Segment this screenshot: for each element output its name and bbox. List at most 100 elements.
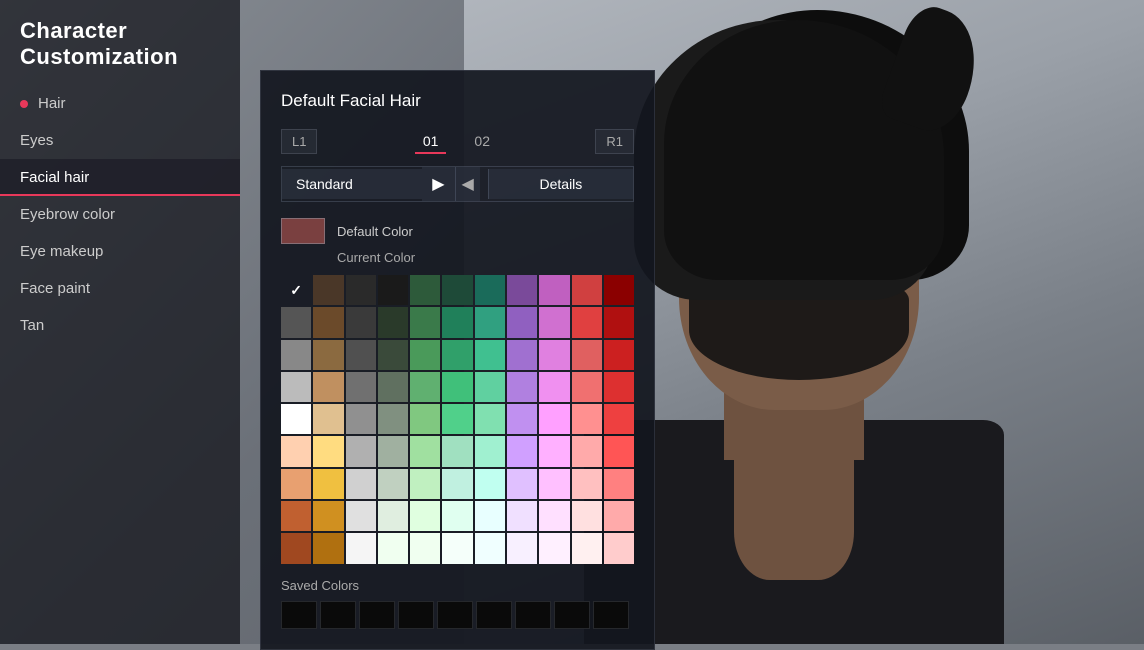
color-cell[interactable] (313, 372, 343, 402)
color-cell[interactable] (313, 469, 343, 499)
color-cell[interactable] (507, 404, 537, 434)
details-button[interactable]: Details (488, 169, 633, 199)
color-cell[interactable] (346, 340, 376, 370)
color-cell[interactable] (410, 501, 440, 531)
color-cell[interactable] (410, 436, 440, 466)
tab-02[interactable]: 02 (466, 130, 498, 154)
color-cell[interactable] (507, 275, 537, 305)
color-cell[interactable] (572, 372, 602, 402)
color-cell[interactable] (507, 307, 537, 337)
color-cell[interactable] (442, 533, 472, 563)
color-cell[interactable] (442, 501, 472, 531)
color-cell[interactable] (346, 533, 376, 563)
color-cell[interactable] (539, 340, 569, 370)
color-cell[interactable]: ✓ (281, 275, 311, 305)
color-cell[interactable] (507, 533, 537, 563)
color-cell[interactable] (410, 372, 440, 402)
saved-color-cell[interactable] (320, 601, 356, 629)
color-cell[interactable] (378, 275, 408, 305)
color-cell[interactable] (442, 307, 472, 337)
color-cell[interactable] (604, 404, 634, 434)
color-cell[interactable] (442, 469, 472, 499)
color-cell[interactable] (313, 404, 343, 434)
sidebar-item-eyebrow-color[interactable]: Eyebrow color (0, 196, 240, 233)
saved-color-cell[interactable] (281, 601, 317, 629)
r1-button[interactable]: R1 (595, 129, 634, 154)
color-cell[interactable] (410, 307, 440, 337)
color-cell[interactable] (475, 275, 505, 305)
sidebar-item-eye-makeup[interactable]: Eye makeup (0, 233, 240, 270)
color-cell[interactable] (378, 501, 408, 531)
color-cell[interactable] (281, 404, 311, 434)
color-cell[interactable] (313, 275, 343, 305)
color-cell[interactable] (442, 372, 472, 402)
sidebar-item-facial-hair[interactable]: Facial hair (0, 159, 240, 196)
color-cell[interactable] (572, 340, 602, 370)
color-cell[interactable] (475, 404, 505, 434)
saved-color-cell[interactable] (515, 601, 551, 629)
color-cell[interactable] (410, 533, 440, 563)
color-cell[interactable] (281, 340, 311, 370)
color-cell[interactable] (378, 404, 408, 434)
color-cell[interactable] (378, 436, 408, 466)
color-cell[interactable] (281, 533, 311, 563)
color-cell[interactable] (604, 340, 634, 370)
saved-color-cell[interactable] (476, 601, 512, 629)
sidebar-item-face-paint[interactable]: Face paint (0, 270, 240, 307)
color-cell[interactable] (507, 340, 537, 370)
color-cell[interactable] (539, 372, 569, 402)
color-cell[interactable] (346, 501, 376, 531)
color-cell[interactable] (346, 372, 376, 402)
color-cell[interactable] (442, 404, 472, 434)
color-cell[interactable] (507, 469, 537, 499)
color-cell[interactable] (281, 307, 311, 337)
color-cell[interactable] (442, 340, 472, 370)
style-next-arrow[interactable]: ▶ (422, 167, 454, 201)
color-cell[interactable] (475, 307, 505, 337)
color-cell[interactable] (475, 372, 505, 402)
details-prev-arrow[interactable]: ◀ (455, 167, 480, 201)
color-cell[interactable] (475, 533, 505, 563)
color-cell[interactable] (572, 469, 602, 499)
color-cell[interactable] (313, 501, 343, 531)
saved-color-cell[interactable] (359, 601, 395, 629)
color-cell[interactable] (604, 372, 634, 402)
color-cell[interactable] (539, 469, 569, 499)
sidebar-item-eyes[interactable]: Eyes (0, 122, 240, 159)
tab-01[interactable]: 01 (415, 130, 447, 154)
color-cell[interactable] (281, 501, 311, 531)
color-cell[interactable] (378, 469, 408, 499)
color-cell[interactable] (572, 436, 602, 466)
color-cell[interactable] (475, 501, 505, 531)
color-cell[interactable] (410, 275, 440, 305)
color-cell[interactable] (604, 275, 634, 305)
color-cell[interactable] (378, 533, 408, 563)
color-cell[interactable] (507, 501, 537, 531)
color-cell[interactable] (604, 533, 634, 563)
sidebar-item-tan[interactable]: Tan (0, 307, 240, 344)
color-cell[interactable] (539, 404, 569, 434)
color-cell[interactable] (410, 404, 440, 434)
color-cell[interactable] (378, 307, 408, 337)
color-cell[interactable] (572, 307, 602, 337)
color-cell[interactable] (539, 436, 569, 466)
color-cell[interactable] (475, 469, 505, 499)
color-cell[interactable] (539, 533, 569, 563)
color-cell[interactable] (378, 372, 408, 402)
color-cell[interactable] (378, 340, 408, 370)
color-cell[interactable] (313, 307, 343, 337)
color-cell[interactable] (572, 404, 602, 434)
color-cell[interactable] (507, 436, 537, 466)
color-cell[interactable] (346, 307, 376, 337)
color-cell[interactable] (281, 372, 311, 402)
saved-color-cell[interactable] (593, 601, 629, 629)
color-cell[interactable] (539, 275, 569, 305)
l1-button[interactable]: L1 (281, 129, 317, 154)
color-cell[interactable] (346, 469, 376, 499)
color-cell[interactable] (604, 436, 634, 466)
color-cell[interactable] (442, 275, 472, 305)
color-cell[interactable] (475, 340, 505, 370)
color-cell[interactable] (410, 340, 440, 370)
color-cell[interactable] (507, 372, 537, 402)
color-cell[interactable] (346, 275, 376, 305)
